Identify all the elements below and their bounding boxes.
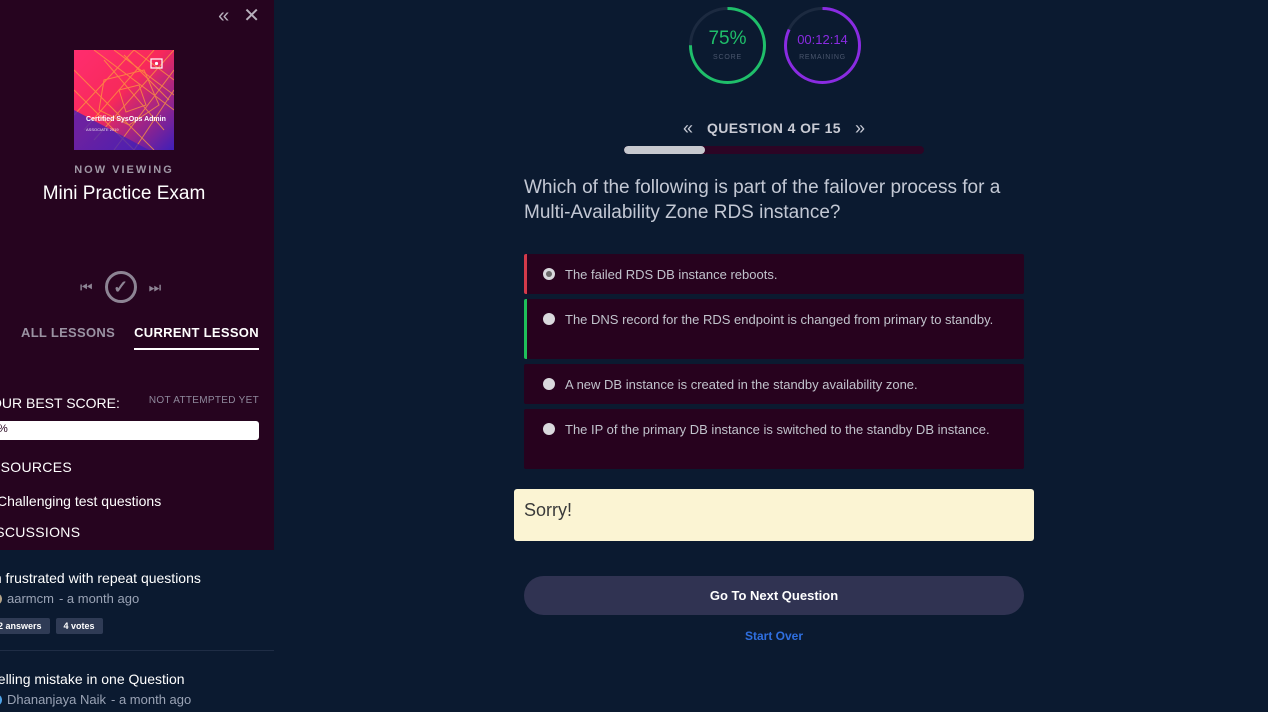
lesson-player-controls: ⏮ ✓ ⏭ <box>80 271 161 303</box>
resources-heading: ESOURCES <box>0 459 72 475</box>
sidebar-top-controls: « ✕ <box>218 6 260 26</box>
quiz-gauges: 75% SCORE 00:12:14 REMAINING <box>688 6 862 85</box>
now-viewing-label: NOW VIEWING <box>74 164 174 176</box>
radio-button[interactable] <box>543 378 555 390</box>
discussion-title[interactable]: pelling mistake in one Question <box>0 671 274 687</box>
resource-link[interactable]: Challenging test questions <box>0 493 161 509</box>
votes-badge: 4 votes <box>55 618 103 634</box>
discussion-author[interactable]: Dhananjaya Naik <box>7 692 106 707</box>
tab-current-lesson[interactable]: CURRENT LESSON <box>134 325 259 350</box>
discussion-author[interactable]: aarmcm <box>7 591 54 606</box>
radio-button[interactable] <box>543 313 555 325</box>
tab-all-lessons[interactable]: ALL LESSONS <box>21 325 115 350</box>
answer-option[interactable]: A new DB instance is created in the stan… <box>524 364 1024 404</box>
answer-text: The failed RDS DB instance reboots. <box>565 267 778 282</box>
remaining-gauge: 00:12:14 REMAINING <box>783 6 862 85</box>
discussion-time: - a month ago <box>111 692 192 707</box>
quiz-progress-fill <box>624 146 705 154</box>
avatar <box>0 693 2 706</box>
answer-option[interactable]: The IP of the primary DB instance is swi… <box>524 409 1024 469</box>
discussion-item[interactable]: m frustrated with repeat questions aarmc… <box>0 570 274 634</box>
question-counter: QUESTION 4 OF 15 <box>707 120 841 136</box>
collapse-sidebar-icon[interactable]: « <box>218 6 229 26</box>
discussion-meta: Dhananjaya Naik - a month ago <box>0 692 274 707</box>
sidebar: « ✕ Certified SysOps Admin ASSOCIATE 201… <box>0 0 274 712</box>
score-gauge: 75% SCORE <box>688 6 767 85</box>
question-navigation: « QUESTION 4 OF 15 » <box>624 119 924 137</box>
discussion-badges: 2 answers 4 votes <box>0 618 274 634</box>
score-label: SCORE <box>713 54 742 61</box>
course-cover-image: Certified SysOps Admin ASSOCIATE 2019 <box>74 50 174 150</box>
radio-button[interactable] <box>543 423 555 435</box>
lesson-tabs: ALL LESSONS CURRENT LESSON <box>21 325 259 350</box>
answer-text: A new DB instance is created in the stan… <box>565 377 918 392</box>
best-score-status: NOT ATTEMPTED YET <box>148 395 259 406</box>
avatar <box>0 592 2 605</box>
discussion-title[interactable]: m frustrated with repeat questions <box>0 570 274 586</box>
best-score-bar-text: % <box>0 423 8 435</box>
answers-badge: 2 answers <box>0 618 50 634</box>
answer-text: The DNS record for the RDS endpoint is c… <box>565 312 994 327</box>
start-over-link[interactable]: Start Over <box>524 629 1024 643</box>
answer-option[interactable]: The failed RDS DB instance reboots. <box>524 254 1024 294</box>
next-question-icon[interactable]: » <box>855 119 865 137</box>
skip-back-icon[interactable]: ⏮ <box>80 279 93 296</box>
previous-question-icon[interactable]: « <box>683 119 693 137</box>
remaining-value: 00:12:14 <box>797 32 848 47</box>
discussion-time: - a month ago <box>58 591 140 606</box>
course-cover-title: Certified SysOps Admin ASSOCIATE 2019 <box>86 116 166 132</box>
answer-option[interactable]: The DNS record for the RDS endpoint is c… <box>524 299 1024 359</box>
close-icon[interactable]: ✕ <box>243 6 260 26</box>
quiz-progress-bar <box>624 146 924 154</box>
question-text: Which of the following is part of the fa… <box>524 177 1001 223</box>
score-value: 75% <box>708 28 747 49</box>
answer-feedback: Sorry! <box>514 489 1034 541</box>
discussion-item[interactable]: pelling mistake in one Question Dhananja… <box>0 671 274 707</box>
radio-button[interactable] <box>543 268 555 280</box>
discussions-heading: ISCUSSIONS <box>0 524 81 540</box>
answer-text: The IP of the primary DB instance is swi… <box>565 422 990 437</box>
best-score-label: OUR BEST SCORE: <box>0 395 120 411</box>
remaining-label: REMAINING <box>799 54 846 61</box>
skip-forward-icon[interactable]: ⏭ <box>149 279 162 296</box>
check-circle-icon[interactable]: ✓ <box>104 271 137 303</box>
best-score-bar: % <box>0 421 259 440</box>
next-question-button[interactable]: Go To Next Question <box>524 576 1024 615</box>
lesson-title: Mini Practice Exam <box>42 183 206 204</box>
discussion-divider <box>0 650 274 651</box>
discussion-meta: aarmcm - a month ago <box>0 591 274 606</box>
